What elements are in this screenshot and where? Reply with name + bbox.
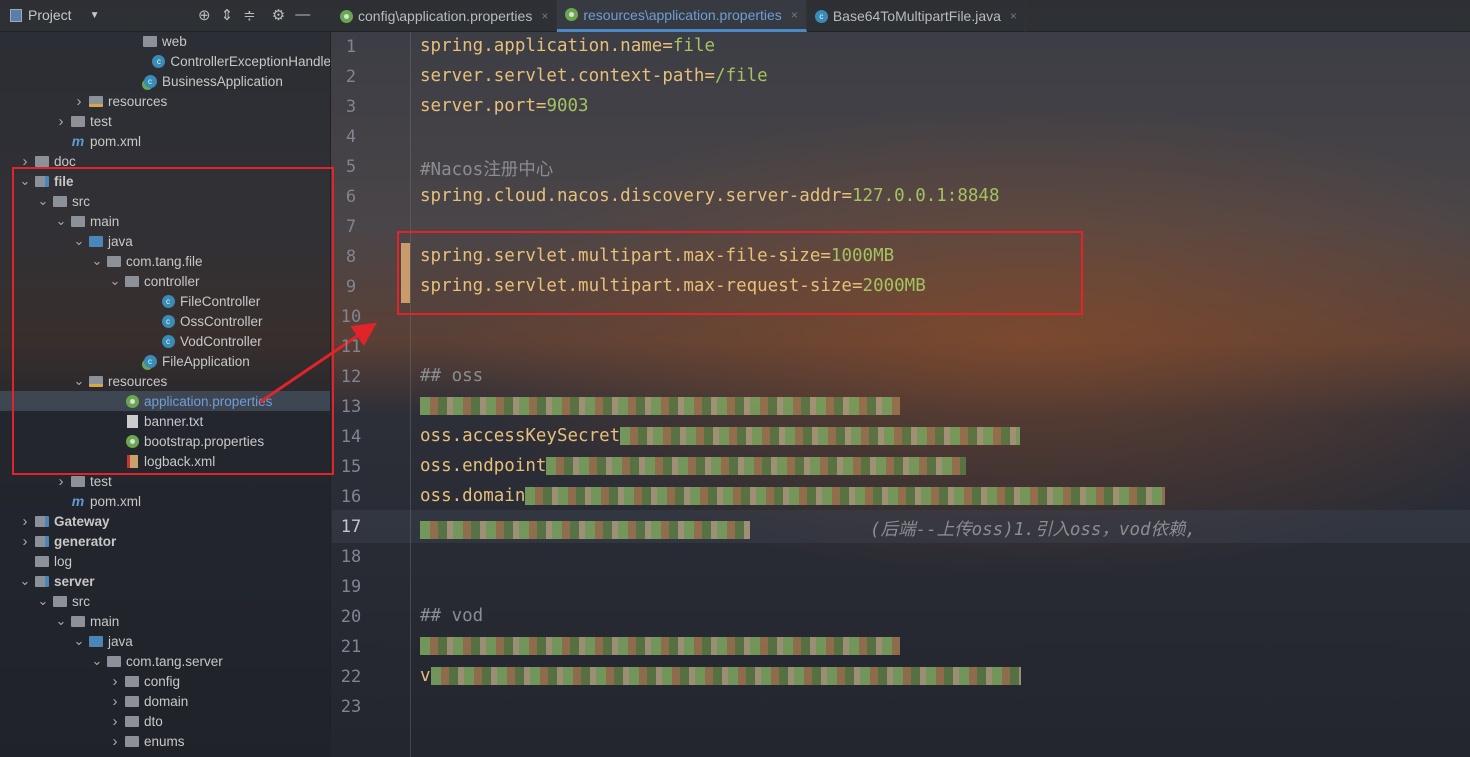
line-number: 11 [340,337,362,357]
code-line: oss.accessKeySecret [420,426,1021,446]
equals-sign: = [535,96,547,116]
redacted-key: oss.accessKeySecret [420,426,621,446]
line-number: 4 [345,127,357,147]
property-value: /file [715,66,768,86]
line-number: 14 [340,427,362,447]
code-line: spring.cloud.nacos.discovery.server-addr… [420,186,1000,206]
git-blame-annotation: (后端--上传oss)1.引入oss，vod依赖, [870,520,1197,540]
line-number: 7 [345,217,357,237]
redacted-value [420,397,900,415]
code-line: ## vod [420,606,483,626]
line-number: 18 [340,547,362,567]
property-value: 1000MB [830,246,895,266]
property-value: file [672,36,716,56]
redacted-value [525,487,1166,505]
line-number: 9 [345,277,357,297]
line-number: 15 [340,457,362,477]
equals-sign: = [662,36,673,56]
line-number: 13 [340,397,362,417]
code-line: server.port=9003 [420,96,589,116]
property-key: spring.cloud.nacos.discovery.server-addr [420,186,842,206]
code-line: ## oss [420,366,483,386]
property-key: spring.application.name [420,36,663,56]
comment: ## oss [420,366,484,386]
property-value: 2000MB [862,276,926,296]
redacted-value [620,427,1021,445]
line-number: 2 [345,67,357,87]
code-line: v [420,666,1021,686]
line-number: 12 [340,367,362,387]
equals-sign: = [820,246,831,266]
line-number: 23 [340,697,362,717]
code-line [420,636,900,656]
line-number: 22 [340,667,362,687]
line-number: 17 [340,517,362,537]
property-key: server.port [420,96,536,116]
comment: ## vod [420,606,484,626]
property-value: 127.0.0.1:8848 [851,186,1000,206]
line-number: 8 [345,247,357,267]
equals-sign: = [851,276,863,296]
line-number: 6 [345,187,357,207]
code-line: spring.servlet.multipart.max-request-siz… [420,276,926,296]
line-number: 20 [340,607,362,627]
property-key: spring.servlet.multipart.max-request-siz… [420,276,852,296]
line-number: 19 [340,577,362,597]
code-line: (后端--上传oss)1.引入oss，vod依赖, [420,516,1196,541]
line-number: 5 [345,157,357,177]
redacted-value [420,521,750,539]
redacted-key: oss.endpoint [420,456,547,476]
change-marker [401,273,410,303]
line-number: 3 [345,97,357,117]
code-line: oss.domain [420,486,1166,506]
code-line [420,396,900,416]
redacted-value [546,457,967,475]
line-number: 16 [340,487,362,507]
equals-sign: = [841,186,852,206]
line-number: 1 [345,37,357,57]
redacted-key: v [420,666,431,686]
redacted-key: oss.domain [420,486,526,506]
code-line: spring.servlet.multipart.max-file-size=1… [420,246,894,266]
code-line: #Nacos注册中心 [420,156,553,181]
code-line: spring.application.name=file [420,36,715,56]
equals-sign: = [704,66,716,86]
property-value: 9003 [546,96,589,116]
property-key: spring.servlet.multipart.max-file-size [420,246,821,266]
comment: #Nacos注册中心 [420,160,554,180]
redacted-value [420,637,900,655]
code-line: oss.endpoint [420,456,967,476]
change-marker [401,243,410,273]
line-number: 10 [340,307,362,327]
code-line: server.servlet.context-path=/file [420,66,768,86]
property-key: server.servlet.context-path [420,66,705,86]
redacted-value [430,667,1021,685]
line-number: 21 [340,637,362,657]
